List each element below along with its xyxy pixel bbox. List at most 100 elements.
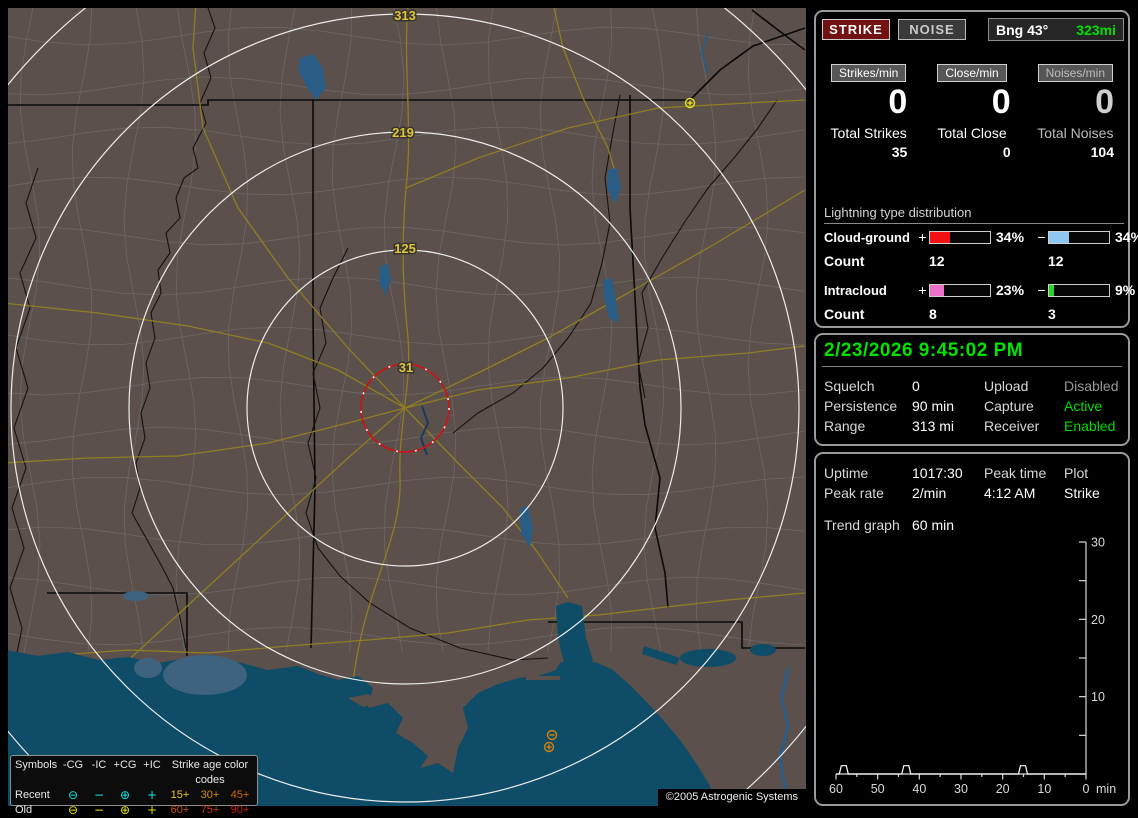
total-close-value: 0 — [1002, 144, 1011, 160]
capture-status: Active — [1064, 398, 1103, 414]
age-75: 75+ — [200, 804, 220, 816]
cg-negative-pct: 34% — [1115, 229, 1138, 245]
neg-cg-old-icon: ⊖ — [67, 803, 79, 817]
capture-label: Capture — [984, 398, 1034, 414]
trend-graph-label: Trend graph — [824, 517, 900, 533]
status-row: Range 313 mi Receiver Enabled — [824, 416, 1124, 436]
receiver-status: Enabled — [1064, 418, 1116, 434]
pos-cg-old-icon: ⊕ — [119, 803, 131, 817]
plot-value: Strike — [1064, 485, 1100, 501]
range-label: Range — [824, 418, 866, 434]
legend-col-pos-ic: +IC — [143, 759, 161, 771]
legend-col-neg-ic: -IC — [91, 759, 107, 771]
pos-cg-recent-icon: ⊕ — [119, 788, 131, 802]
cloud-ground-count-row: Count 12 12 — [824, 249, 1124, 272]
total-strikes-value: 35 — [891, 144, 908, 160]
close-per-min-column: Close/min 0 Total Close 0 — [925, 64, 1018, 160]
legend-row-old-label: Old — [15, 804, 33, 816]
distribution-title: Lightning type distribution — [824, 205, 1124, 224]
range-value: 313 mi — [912, 418, 955, 434]
close-per-min-value: 0 — [991, 83, 1011, 121]
trend-x-tick: 20 — [996, 782, 1010, 796]
receiver-label: Receiver — [984, 418, 1040, 434]
peak-rate-label: Peak rate — [824, 485, 884, 501]
uptime-value: 1017:30 — [912, 465, 963, 481]
cg-positive-count: 12 — [929, 252, 945, 269]
minus-sign: − — [1037, 282, 1046, 298]
legend-col-neg-cg: -CG — [62, 759, 84, 771]
ring-label-125: 125 — [394, 241, 416, 256]
ring-label-219: 219 — [392, 125, 414, 140]
total-noises-label: Total Noises — [1037, 125, 1114, 141]
trend-x-unit: min — [1096, 782, 1116, 796]
bearing-value: Bng 43° — [996, 21, 1049, 38]
strikes-per-min-header: Strikes/min — [830, 64, 907, 82]
ic-negative-count: 3 — [1048, 305, 1056, 322]
bearing-distance: 323mi — [1076, 21, 1116, 38]
map-canvas: 313 219 125 31 — [8, 8, 806, 806]
persistence-value: 90 min — [912, 398, 955, 414]
intracloud-count-row: Count 8 3 — [824, 302, 1124, 325]
legend-col-pos-cg: +CG — [113, 759, 137, 771]
trend-y-tick: 10 — [1091, 690, 1105, 704]
cg-positive-bar — [929, 230, 991, 244]
ic-positive-pct: 23% — [996, 282, 1025, 298]
trend-x-tick: 30 — [954, 782, 968, 796]
legend-row-recent-label: Recent — [15, 789, 50, 801]
neg-ic-recent-icon: − — [93, 788, 105, 802]
peak-rate-value: 2/min — [912, 485, 947, 501]
close-per-min-header: Close/min — [937, 64, 1007, 82]
total-close-label: Total Close — [937, 125, 1007, 141]
age-15: 15+ — [170, 789, 190, 801]
status-panel: 2/23/2026 9:45:02 PM Squelch 0 Upload Di… — [814, 333, 1130, 446]
intracloud-label: Intracloud — [824, 282, 887, 298]
age-90: 90+ — [230, 804, 250, 816]
lightning-map[interactable]: 313 219 125 31 Symbols -CG -IC +CG +IC S… — [8, 8, 806, 817]
neg-cg-recent-icon: ⊖ — [67, 788, 79, 802]
persistence-label: Persistence — [824, 398, 898, 414]
count-label: Count — [824, 252, 865, 269]
trend-strike-series — [836, 765, 1086, 775]
neg-ic-old-icon: − — [93, 803, 105, 817]
divider — [822, 366, 1122, 367]
legend-symbols-header: Symbols — [15, 759, 58, 771]
age-45: 45+ — [230, 789, 250, 801]
trend-y-tick: 30 — [1091, 536, 1105, 550]
strikes-per-min-column: Strikes/min 0 Total Strikes 35 — [822, 64, 915, 160]
uptime-label: Uptime — [824, 465, 869, 481]
uptime-rows: Uptime 1017:30 Peak time Plot Peak rate … — [824, 463, 1124, 503]
map-legend: Symbols -CG -IC +CG +IC Strike age color… — [10, 755, 258, 817]
status-row: Persistence 90 min Capture Active — [824, 396, 1124, 416]
pos-ic-old-icon: + — [146, 803, 158, 817]
intracloud-row: Intracloud + 23% − 9% — [824, 278, 1135, 302]
trend-x-tick: 40 — [912, 782, 926, 796]
ic-negative-pct: 9% — [1115, 282, 1136, 298]
trend-y-tick: 20 — [1091, 613, 1105, 627]
trend-x-tick: 50 — [871, 782, 885, 796]
status-rows: Squelch 0 Upload Disabled Persistence 90… — [824, 376, 1124, 436]
plot-label: Plot — [1064, 465, 1089, 481]
trend-x-tick: 0 — [1083, 782, 1090, 796]
rate-counters: Strikes/min 0 Total Strikes 35 Close/min… — [822, 64, 1122, 160]
squelch-value: 0 — [912, 378, 920, 394]
legend-age-header: Strike age color codes — [171, 759, 249, 786]
strikes-per-min-value: 0 — [888, 83, 908, 121]
trend-x-tick: 60 — [829, 782, 843, 796]
noises-per-min-column: Noises/min 0 Total Noises 104 — [1029, 64, 1122, 160]
trend-panel: Uptime 1017:30 Peak time Plot Peak rate … — [814, 452, 1130, 806]
squelch-label: Squelch — [824, 378, 875, 394]
peak-time-value: 4:12 AM — [984, 485, 1036, 501]
trend-x-tick: 10 — [1037, 782, 1051, 796]
ic-positive-bar — [929, 283, 991, 297]
cloud-ground-row: Cloud-ground + 34% − 34% — [824, 225, 1138, 249]
noises-per-min-header: Noises/min — [1037, 64, 1113, 82]
minus-sign: − — [1037, 229, 1046, 245]
plus-sign: + — [918, 282, 927, 298]
uptime-row: Uptime 1017:30 Peak time Plot — [824, 463, 1124, 483]
noise-mode-button[interactable]: NOISE — [898, 19, 966, 40]
strike-mode-button[interactable]: STRIKE — [822, 19, 890, 40]
noises-per-min-value: 0 — [1095, 83, 1114, 121]
app-window: { "map": { "ring_labels": ["313", "219",… — [0, 0, 1138, 817]
ic-positive-count: 8 — [929, 305, 937, 322]
strike-stats-panel: STRIKE NOISE Bng 43° 323mi Strikes/min 0… — [814, 10, 1138, 328]
